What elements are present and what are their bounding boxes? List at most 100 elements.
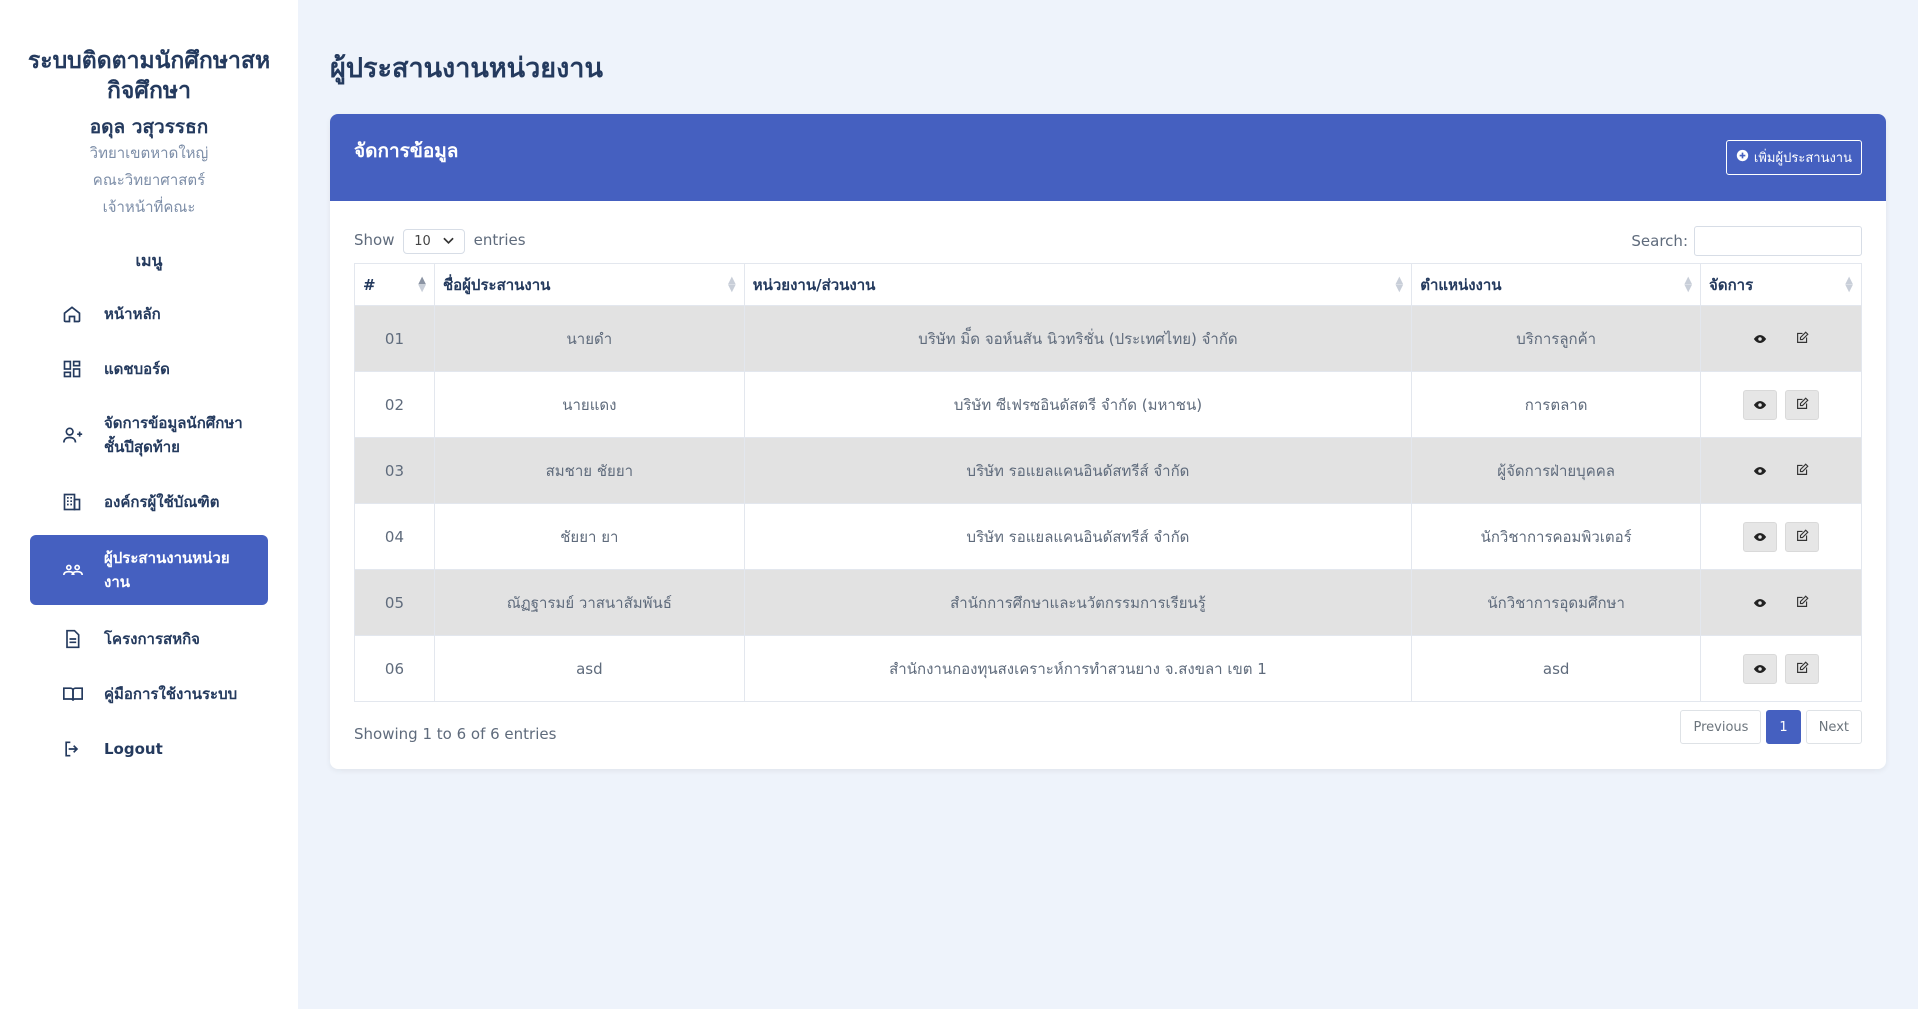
cell-number: 02 bbox=[354, 371, 435, 438]
next-page-button[interactable]: Next bbox=[1805, 710, 1862, 744]
cell-organization: บริษัท รอแยลแคนอินดัสทรีส์ จำกัด bbox=[743, 437, 1413, 504]
column-header-name[interactable]: ชื่อผู้ประสานงาน ▲ ▼ bbox=[433, 263, 745, 306]
book-icon bbox=[62, 684, 104, 704]
edit-button[interactable] bbox=[1785, 521, 1820, 552]
sidebar-item-label: โครงการสหกิจ bbox=[104, 629, 200, 648]
length-control: Show 10 entries bbox=[354, 228, 526, 254]
column-header-position[interactable]: ตำแหน่งงาน ▲ ▼ bbox=[1411, 263, 1702, 306]
edit-button[interactable] bbox=[1785, 653, 1820, 684]
eye-icon bbox=[1753, 594, 1767, 612]
cell-name: นายดำ bbox=[433, 305, 745, 372]
view-button[interactable] bbox=[1742, 389, 1777, 420]
eye-icon bbox=[1753, 462, 1767, 480]
document-icon bbox=[62, 629, 104, 649]
home-icon bbox=[62, 304, 104, 324]
view-button[interactable] bbox=[1742, 587, 1777, 618]
table-row: 04 ชัยยา ยา บริษัท รอแยลแคนอินดัสทรีส์ จ… bbox=[354, 503, 1862, 570]
brand: ระบบติดตามนักศึกษาสหกิจศึกษา อดุล วสุวรร… bbox=[0, 0, 298, 221]
cell-name: ชัยยา ยา bbox=[433, 503, 745, 570]
cell-organization: บริษัท มิ็ด จอห์นสัน นิวทริชั่น (ประเทศไ… bbox=[743, 305, 1413, 372]
view-button[interactable] bbox=[1742, 323, 1777, 354]
edit-icon bbox=[1796, 396, 1809, 414]
app-title: ระบบติดตามนักศึกษาสหกิจศึกษา bbox=[27, 48, 271, 104]
sidebar-item-label: คู่มือการใช้งานระบบ bbox=[104, 684, 238, 703]
sort-icon: ▲ ▼ bbox=[1684, 275, 1693, 294]
sidebar-item-manual[interactable]: คู่มือการใช้งานระบบ bbox=[30, 666, 268, 721]
sidebar-item-label: แดชบอร์ด bbox=[104, 359, 170, 378]
sidebar-item-label: จัดการข้อมูลนักศึกษาชั้นปีสุดท้าย bbox=[104, 414, 243, 456]
card-header: จัดการข้อมูล เพิ่มผู้ประสานงาน bbox=[330, 114, 1886, 201]
coordinators-table: # ▲ ▼ ชื่อผู้ประสานงาน ▲ ▼ หน่วยงาน/ส่วนงา… bbox=[354, 263, 1862, 702]
users-icon bbox=[62, 560, 104, 580]
eye-icon bbox=[1753, 528, 1767, 546]
view-button[interactable] bbox=[1742, 455, 1777, 486]
edit-icon bbox=[1796, 330, 1809, 348]
table-footer: Showing 1 to 6 of 6 entries Previous 1 N… bbox=[354, 710, 1862, 744]
entries-label: entries bbox=[473, 230, 526, 249]
edit-button[interactable] bbox=[1785, 587, 1820, 618]
cell-name: สมชาย ชัยยา bbox=[433, 437, 745, 504]
cell-number: 03 bbox=[354, 437, 435, 504]
edit-button[interactable] bbox=[1785, 455, 1820, 486]
main-content: ผู้ประสานงานหน่วยงาน จัดการข้อมูล เพิ่มผ… bbox=[298, 0, 1918, 1009]
entries-select-value: 10 bbox=[414, 233, 431, 249]
edit-button[interactable] bbox=[1785, 323, 1820, 354]
cell-name: ณัฏฐารมย์ วาสนาสัมพันธ์ bbox=[433, 569, 745, 636]
cell-position: นักวิชาการอุดมศึกษา bbox=[1411, 569, 1702, 636]
search-label: Search: bbox=[1631, 232, 1688, 250]
page-1-button[interactable]: 1 bbox=[1766, 710, 1801, 744]
cell-actions bbox=[1700, 569, 1862, 636]
column-header-number[interactable]: # ▲ ▼ bbox=[354, 263, 435, 306]
add-coordinator-label: เพิ่มผู้ประสานงาน bbox=[1753, 151, 1852, 166]
cell-number: 06 bbox=[354, 635, 435, 702]
table-row: 06 asd สำนักงานกองทุนสงเคราะห์การทำสวนยา… bbox=[354, 635, 1862, 702]
column-header-actions[interactable]: จัดการ ▲ ▼ bbox=[1700, 263, 1862, 306]
cell-position: นักวิชาการคอมพิวเตอร์ bbox=[1411, 503, 1702, 570]
sidebar-item-home[interactable]: หน้าหลัก bbox=[30, 286, 268, 341]
cell-actions bbox=[1700, 437, 1862, 504]
logout-icon bbox=[62, 739, 104, 759]
sidebar-menu: หน้าหลัก แดชบอร์ด จัดการข้อมูลนักศึกษาชั… bbox=[0, 286, 298, 776]
chevron-down-icon bbox=[443, 234, 454, 249]
user-faculty: คณะวิทยาศาสตร์ bbox=[92, 171, 206, 189]
add-coordinator-button[interactable]: เพิ่มผู้ประสานงาน bbox=[1725, 140, 1862, 175]
cell-organization: สำนักการศึกษาและนวัตกรรมการเรียนรู้ bbox=[743, 569, 1413, 636]
cell-actions bbox=[1700, 305, 1862, 372]
sort-icon: ▲ ▼ bbox=[728, 275, 736, 294]
building-icon bbox=[62, 492, 104, 512]
sidebar-item-logout[interactable]: Logout bbox=[30, 721, 268, 776]
pagination: Previous 1 Next bbox=[1680, 710, 1862, 744]
search-input[interactable] bbox=[1694, 226, 1862, 256]
user-name: อดุล วสุวรรธก bbox=[89, 116, 209, 138]
edit-icon bbox=[1796, 462, 1809, 480]
eye-icon bbox=[1753, 660, 1767, 678]
column-header-organization[interactable]: หน่วยงาน/ส่วนงาน ▲ ▼ bbox=[743, 263, 1413, 306]
menu-heading: เมนู bbox=[135, 251, 163, 270]
sidebar-item-organizations[interactable]: องค์กรผู้ใช้บัณฑิต bbox=[30, 474, 268, 529]
edit-icon bbox=[1796, 660, 1809, 678]
cell-position: การตลาด bbox=[1411, 371, 1702, 438]
edit-button[interactable] bbox=[1785, 389, 1820, 420]
edit-icon bbox=[1796, 528, 1809, 546]
sidebar-item-label: Logout bbox=[104, 739, 163, 758]
sidebar-item-students[interactable]: จัดการข้อมูลนักศึกษาชั้นปีสุดท้าย bbox=[30, 396, 268, 474]
cell-position: บริการลูกค้า bbox=[1411, 305, 1702, 372]
sidebar-item-dashboard[interactable]: แดชบอร์ด bbox=[30, 341, 268, 396]
edit-icon bbox=[1796, 594, 1809, 612]
sidebar-item-label: ผู้ประสานงานหน่วยงาน bbox=[104, 549, 230, 591]
entries-select[interactable]: 10 bbox=[403, 228, 465, 254]
eye-icon bbox=[1753, 330, 1767, 348]
cell-position: ผู้จัดการฝ่ายบุคคล bbox=[1411, 437, 1702, 504]
user-plus-icon bbox=[62, 425, 104, 445]
table-header-row: # ▲ ▼ ชื่อผู้ประสานงาน ▲ ▼ หน่วยงาน/ส่วนงา… bbox=[354, 263, 1862, 306]
view-button[interactable] bbox=[1742, 521, 1777, 552]
sidebar-item-projects[interactable]: โครงการสหกิจ bbox=[30, 611, 268, 666]
show-label: Show bbox=[354, 230, 395, 249]
cell-actions bbox=[1700, 635, 1862, 702]
view-button[interactable] bbox=[1742, 653, 1777, 684]
cell-organization: บริษัท ซีเฟรซอินดัสตรี จำกัด (มหาชน) bbox=[743, 371, 1413, 438]
sidebar-item-coordinators[interactable]: ผู้ประสานงานหน่วยงาน bbox=[30, 535, 268, 605]
card-title: จัดการข้อมูล bbox=[354, 139, 459, 162]
cell-name: นายแดง bbox=[433, 371, 745, 438]
previous-page-button[interactable]: Previous bbox=[1680, 710, 1762, 744]
